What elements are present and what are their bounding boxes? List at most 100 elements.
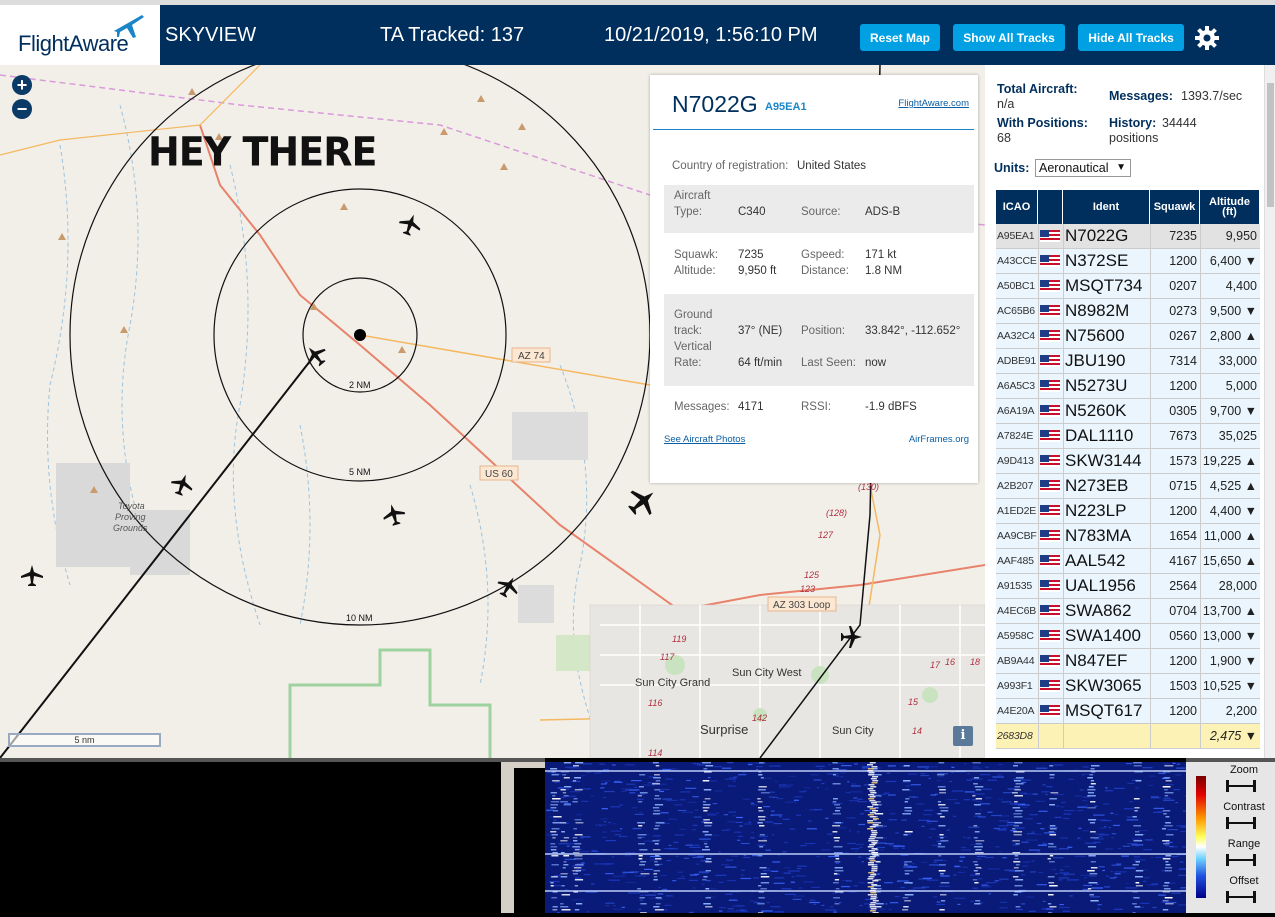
waterfall-signal — [702, 879, 706, 881]
col-icao[interactable]: ICAO — [996, 190, 1038, 224]
waterfall-noise — [1083, 797, 1090, 798]
table-row[interactable]: A7824EDAL1110767335,025 — [996, 424, 1260, 449]
table-row[interactable]: A91535UAL1956256428,000 — [996, 574, 1260, 599]
place-label: Toyota — [118, 501, 145, 511]
zoom-slider[interactable] — [1226, 780, 1256, 792]
waterfall-signal — [561, 876, 568, 878]
waterfall-noise — [1089, 875, 1097, 876]
waterfall-signal — [1163, 909, 1168, 911]
waterfall-signal — [652, 840, 659, 842]
scrollbar-thumb[interactable] — [1267, 83, 1274, 207]
table-row[interactable]: A993F1SKW3065150310,525 ▼ — [996, 674, 1260, 699]
us-flag-icon — [1040, 680, 1060, 692]
waterfall-signal — [1089, 774, 1093, 776]
table-row[interactable]: A9D413SKW3144157319,225 ▲ — [996, 449, 1260, 474]
waterfall-signal — [833, 831, 838, 833]
vrate-value: 64 ft/min — [738, 357, 782, 369]
waterfall-signal — [835, 840, 840, 842]
table-row[interactable]: ADBE91JBU190731433,000 — [996, 349, 1260, 374]
range-slider[interactable] — [1226, 854, 1256, 866]
col-squawk[interactable]: Squawk — [1150, 190, 1200, 224]
waterfall-signal — [655, 843, 659, 845]
waterfall-signal — [654, 876, 657, 878]
flightaware-link[interactable]: FlightAware.com — [898, 98, 969, 109]
waterfall-noise — [605, 905, 609, 906]
row-altitude: 2,475 ▼ — [1201, 724, 1259, 748]
waterfall-center — [868, 840, 874, 842]
waterfall-center — [870, 902, 876, 904]
waterfall-noise — [1177, 825, 1187, 826]
waterfall-signal — [637, 822, 645, 824]
table-row[interactable]: AB9A44N847EF12001,900 ▼ — [996, 649, 1260, 674]
zoom-out-button[interactable]: − — [12, 99, 32, 119]
waterfall-noise — [1025, 818, 1033, 819]
table-row[interactable]: A95EA1N7022G72359,950 — [996, 224, 1260, 249]
units-select[interactable]: Aeronautical▼ — [1035, 159, 1131, 177]
waterfall-noise — [781, 888, 791, 889]
zoom-in-button[interactable]: + — [12, 75, 32, 95]
table-row[interactable]: A1ED2EN223LP12004,400 ▼ — [996, 499, 1260, 524]
table-row[interactable]: A6A5C3N5273U12005,000 — [996, 374, 1260, 399]
waterfall-signal — [561, 822, 567, 824]
col-altitude[interactable]: Altitude(ft) — [1200, 190, 1260, 224]
waterfall-signal — [1088, 819, 1096, 821]
waterfall-signal — [1050, 834, 1057, 836]
info-button[interactable]: i — [953, 726, 973, 746]
waterfall-signal — [1133, 816, 1137, 818]
zoom-control-label: Zoom — [1216, 764, 1272, 776]
us-flag-icon — [1040, 430, 1060, 442]
waterfall-noise — [1127, 843, 1137, 844]
waterfall-signal — [639, 774, 645, 776]
contrast-slider[interactable] — [1226, 817, 1256, 829]
show-all-tracks-button[interactable]: Show All Tracks — [953, 24, 1065, 51]
table-row[interactable]: A5958CSWA1400056013,000 ▼ — [996, 624, 1260, 649]
col-flag[interactable] — [1038, 190, 1063, 224]
panel-scrollbar[interactable] — [1264, 65, 1275, 758]
aircraft-photos-link[interactable]: See Aircraft Photos — [664, 434, 745, 445]
table-row[interactable]: A50BC1MSQT73402074,400 — [996, 274, 1260, 299]
waterfall-noise — [581, 862, 585, 863]
table-row[interactable]: A6A19AN5260K03059,700 ▼ — [996, 399, 1260, 424]
waterfall-spectrum[interactable] — [545, 762, 1186, 913]
us-flag-icon — [1040, 674, 1062, 698]
waterfall-noise — [895, 896, 900, 897]
gear-icon[interactable] — [1194, 25, 1220, 51]
waterfall-signal — [704, 843, 707, 845]
table-row[interactable]: 2683D82,475 ▼ — [996, 724, 1260, 749]
waterfall-noise — [921, 862, 928, 863]
waterfall-noise — [756, 769, 759, 770]
table-row[interactable]: AA32C4N7560002672,800 ▲ — [996, 324, 1260, 349]
waterfall-noise — [638, 794, 645, 795]
waterfall-signal — [761, 777, 764, 779]
waterfall-signal — [972, 762, 980, 764]
waterfall-signal — [1087, 807, 1096, 809]
waterfall-noise — [750, 837, 754, 838]
table-row[interactable]: A43CCEN372SE12006,400 ▼ — [996, 249, 1260, 274]
col-ident[interactable]: Ident — [1063, 190, 1150, 224]
waterfall-noise — [660, 789, 671, 790]
table-row[interactable]: AC65B6N8982M02739,500 ▼ — [996, 299, 1260, 324]
waterfall-noise — [644, 869, 653, 870]
waterfall-signal — [639, 786, 644, 788]
waterfall-noise — [978, 816, 986, 817]
waterfall-signal — [1087, 870, 1095, 872]
hide-all-tracks-button[interactable]: Hide All Tracks — [1078, 24, 1184, 51]
offset-slider[interactable] — [1226, 891, 1256, 903]
reset-map-button[interactable]: Reset Map — [860, 24, 940, 51]
us-flag-icon — [1040, 380, 1060, 392]
table-row[interactable]: A2B207N273EB07154,525 ▲ — [996, 474, 1260, 499]
waterfall-noise — [695, 810, 698, 811]
table-row[interactable]: A4E20AMSQT61712002,200 — [996, 699, 1260, 724]
us-flag-icon — [1040, 480, 1060, 492]
table-row[interactable]: AAF485AAL542416715,650 ▲ — [996, 549, 1260, 574]
flightaware-logo[interactable]: FlightAware — [0, 5, 160, 65]
waterfall-noise — [619, 836, 628, 837]
waterfall-signal — [573, 870, 582, 872]
table-row[interactable]: AA9CBFN783MA165411,000 ▲ — [996, 524, 1260, 549]
airframes-link[interactable]: AirFrames.org — [909, 434, 969, 445]
waterfall-center — [871, 852, 877, 854]
waterfall-signal — [939, 870, 946, 872]
row-squawk: 1200 — [1152, 699, 1199, 723]
waterfall-signal — [702, 849, 710, 851]
table-row[interactable]: A4EC6BSWA862070413,700 ▲ — [996, 599, 1260, 624]
